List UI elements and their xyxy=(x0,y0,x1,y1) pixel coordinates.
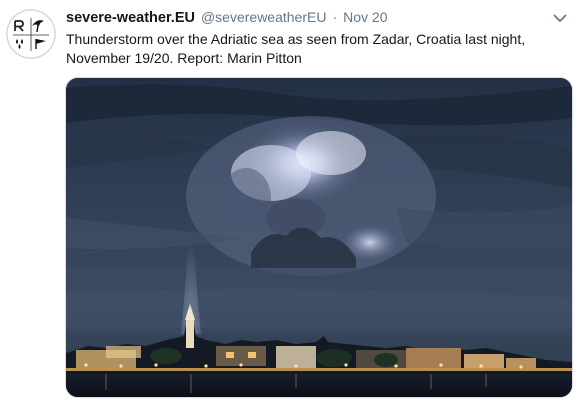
tweet-text-line: Thunderstorm over the Adriatic sea as se… xyxy=(66,31,526,47)
tweet-header: severe-weather.EU @severeweatherEU · Nov… xyxy=(66,9,388,29)
user-handle[interactable]: @severeweatherEU xyxy=(201,9,327,25)
severe-weather-logo-icon xyxy=(6,9,56,59)
tweet-card[interactable]: severe-weather.EU @severeweatherEU · Nov… xyxy=(0,0,580,407)
display-name[interactable]: severe-weather.EU xyxy=(66,10,195,26)
tweet-photo[interactable] xyxy=(66,78,572,397)
separator-dot: · xyxy=(332,9,338,25)
tweet-text: Thunderstorm over the Adriatic sea as se… xyxy=(66,30,566,68)
tweet-text-line: November 19/20. Report: Marin Pitton xyxy=(66,50,302,66)
tweet-menu-button[interactable] xyxy=(550,10,570,26)
chevron-down-icon xyxy=(553,14,567,22)
timestamp[interactable]: Nov 20 xyxy=(343,9,387,25)
thunderstorm-photo xyxy=(66,78,572,397)
avatar[interactable] xyxy=(6,9,56,59)
